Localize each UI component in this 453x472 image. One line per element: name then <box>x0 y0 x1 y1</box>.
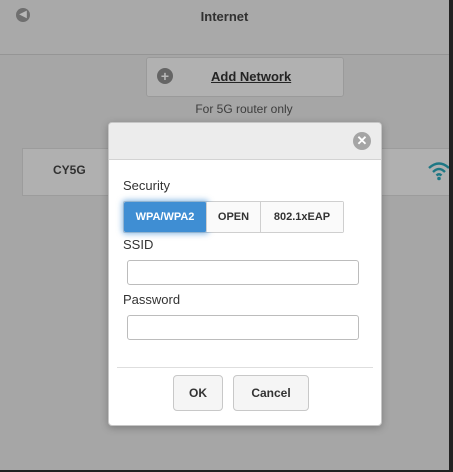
password-input[interactable] <box>127 315 359 340</box>
add-network-dialog: ✕ Security WPA/WPA2 OPEN 802.1xEAP SSID … <box>108 122 382 426</box>
close-icon[interactable]: ✕ <box>353 132 371 150</box>
security-option-wpa[interactable]: WPA/WPA2 <box>124 202 207 232</box>
cancel-button[interactable]: Cancel <box>233 375 309 411</box>
app-frame: ◀ Internet + Add Network For 5G router o… <box>0 0 453 472</box>
ssid-input[interactable] <box>127 260 359 285</box>
security-option-open[interactable]: OPEN <box>207 202 261 232</box>
ssid-label: SSID <box>123 237 154 252</box>
ok-button[interactable]: OK <box>173 375 223 411</box>
security-option-8021x[interactable]: 802.1xEAP <box>261 202 343 232</box>
security-selector: WPA/WPA2 OPEN 802.1xEAP <box>123 201 344 233</box>
security-label: Security <box>123 178 170 193</box>
dialog-header: ✕ <box>109 123 381 160</box>
dialog-divider <box>117 367 373 368</box>
password-label: Password <box>123 292 181 307</box>
